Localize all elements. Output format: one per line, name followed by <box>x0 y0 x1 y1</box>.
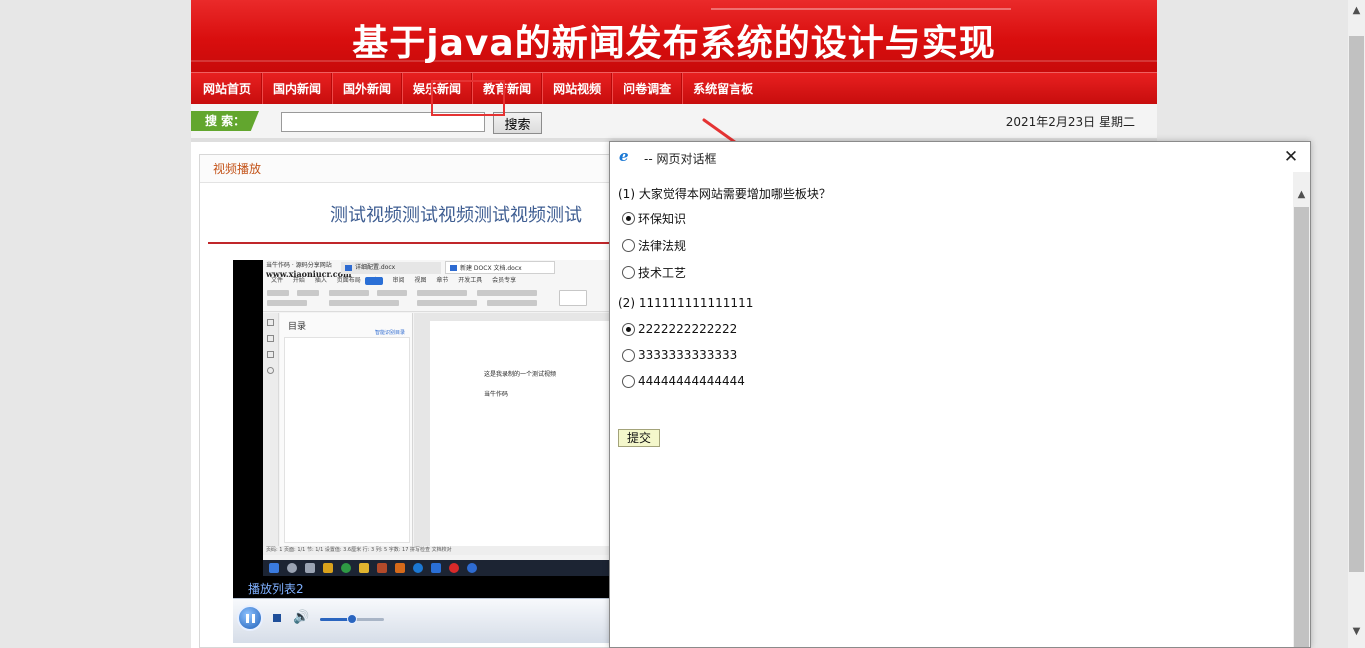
radio-q1-1[interactable] <box>622 212 635 225</box>
site-banner: 基于java的新闻发布系统的设计与实现 <box>191 0 1157 72</box>
dialog-titlebar: e -- 网页对话框 ✕ <box>610 142 1310 172</box>
playlist-label[interactable]: 播放列表2 <box>248 580 304 597</box>
web-page-dialog: e -- 网页对话框 ✕ (1) 大家觉得本网站需要增加哪些板块？ 环保知识 法… <box>609 141 1311 648</box>
dialog-title: -- 网页对话框 <box>644 152 717 166</box>
option-q2-3[interactable]: 44444444444444 <box>622 374 745 388</box>
recorded-brand-text: 当牛作码 · 源码分享网站 <box>266 262 332 269</box>
nav-item-domestic-news[interactable]: 国内新闻 <box>262 73 333 105</box>
nav-item-message-board[interactable]: 系统留言板 <box>682 73 763 105</box>
search-bar: 搜 索： 搜索 2021年2月23日 星期二 <box>191 104 1157 142</box>
main-nav: 网站首页 国内新闻 国外新闻 娱乐新闻 教育新闻 网站视频 问卷调查 系统留言板 <box>191 72 1157 105</box>
option-q1-2[interactable]: 法律法规 <box>622 237 686 254</box>
recorded-toc-link: 智能识别目录 <box>375 330 406 336</box>
option-label: 44444444444444 <box>638 374 745 388</box>
title-divider <box>208 242 630 244</box>
option-label: 2222222222222 <box>638 322 738 336</box>
recorded-app-header: 当牛作码 · 源码分享网站 www.xiaoniucr.com 详细配置.doc… <box>263 260 630 312</box>
site-title: 基于java的新闻发布系统的设计与实现 <box>352 23 996 64</box>
ie-icon: e <box>619 147 629 165</box>
submit-button[interactable]: 提交 <box>618 429 660 447</box>
panel-header: 视频播放 <box>200 155 628 183</box>
page-scroll-thumb[interactable] <box>1349 36 1364 572</box>
nav-item-survey[interactable]: 问卷调查 <box>612 73 683 105</box>
video-panel: 视频播放 测试视频测试视频测试视频测试 当牛作码 · 源码分享网站 www.xi… <box>199 154 630 648</box>
option-q1-1[interactable]: 环保知识 <box>622 210 686 227</box>
recorded-page-area: 这是我录制的一个测试视频 当牛作码 <box>414 313 630 546</box>
recorded-toc-title: 目录 <box>288 322 307 332</box>
nav-item-foreign-news[interactable]: 国外新闻 <box>332 73 403 105</box>
survey-highlight-box <box>431 80 505 116</box>
recorded-doc-line: 这是我录制的一个测试视频 <box>484 371 557 378</box>
scroll-up-icon[interactable]: ▲ <box>1293 186 1310 204</box>
dialog-scrollbar[interactable]: ▲ <box>1293 172 1310 647</box>
option-q2-1[interactable]: 2222222222222 <box>622 322 737 336</box>
volume-icon[interactable]: 🔊 <box>293 610 309 625</box>
option-label: 技术工艺 <box>638 266 687 280</box>
volume-knob[interactable] <box>347 614 357 624</box>
search-label: 搜 索： <box>191 111 259 131</box>
section-title: 视频播放 <box>213 162 262 176</box>
radio-q1-3[interactable] <box>622 266 635 279</box>
recorded-ribbon-tools <box>267 288 627 310</box>
nav-item-site-video[interactable]: 网站视频 <box>542 73 613 105</box>
close-icon[interactable]: ✕ <box>1280 146 1302 168</box>
recorded-ribbon-menu: 文件 开始 插入 页面布局 引用 审阅 视图 章节 开发工具 会员专享 <box>271 277 517 284</box>
recorded-page: 这是我录制的一个测试视频 当牛作码 <box>430 321 630 546</box>
scroll-down-icon[interactable]: ▼ <box>1348 623 1365 640</box>
volume-slider[interactable] <box>320 614 384 624</box>
option-q1-3[interactable]: 技术工艺 <box>622 264 686 281</box>
dialog-scroll-thumb[interactable] <box>1294 207 1309 647</box>
option-q2-2[interactable]: 3333333333333 <box>622 348 737 362</box>
radio-q2-3[interactable] <box>622 374 635 388</box>
recorded-doc-line: 当牛作码 <box>484 391 509 398</box>
option-label: 法律法规 <box>638 239 687 253</box>
option-label: 环保知识 <box>638 212 687 226</box>
nav-item-home[interactable]: 网站首页 <box>193 73 263 105</box>
recorded-toc-pane: 目录 智能识别目录 <box>280 313 413 546</box>
player-controls: 🔊 <box>233 598 630 643</box>
radio-q2-2[interactable] <box>622 348 635 362</box>
pause-button[interactable] <box>237 605 263 631</box>
page-scrollbar[interactable]: ▲ ▼ <box>1348 0 1365 648</box>
radio-q2-1[interactable] <box>622 322 635 336</box>
recorded-doc-tab-active: 新建 DOCX 文档.docx <box>445 261 555 274</box>
video-player[interactable]: 当牛作码 · 源码分享网站 www.xiaoniucr.com 详细配置.doc… <box>233 260 630 643</box>
current-date: 2021年2月23日 星期二 <box>1005 115 1135 129</box>
stop-button[interactable] <box>273 614 281 622</box>
recorded-doc-tab: 详细配置.docx <box>341 262 441 274</box>
video-frame: 当牛作码 · 源码分享网站 www.xiaoniucr.com 详细配置.doc… <box>263 260 630 560</box>
question-1-text: (1) 大家觉得本网站需要增加哪些板块？ <box>618 187 831 201</box>
scroll-up-icon[interactable]: ▲ <box>1348 2 1365 19</box>
recorded-taskbar <box>263 560 630 576</box>
video-title: 测试视频测试视频测试视频测试 <box>330 205 582 226</box>
question-2-text: (2) 111111111111111 <box>618 296 754 310</box>
radio-q1-2[interactable] <box>622 239 635 252</box>
survey-form: (1) 大家觉得本网站需要增加哪些板块？ 环保知识 法律法规 技术工艺 (2) … <box>610 172 1294 647</box>
recorded-status-bar: 页码: 1 页面: 1/1 节: 1/1 设置值: 3.6厘米 行: 3 列: … <box>263 546 630 555</box>
recorded-left-rail <box>263 313 279 546</box>
option-label: 3333333333333 <box>638 348 738 362</box>
recorded-ribbon-highlight <box>365 277 383 285</box>
